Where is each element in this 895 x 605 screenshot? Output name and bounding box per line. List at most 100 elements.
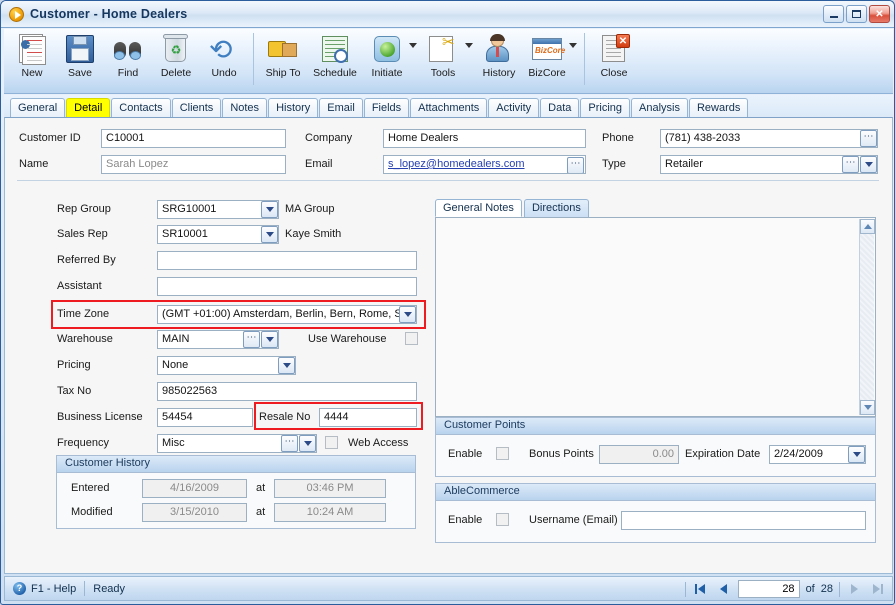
warehouse-dropdown-button[interactable] (261, 331, 278, 348)
close-document-icon: ✕ (597, 33, 631, 65)
modified-date-input[interactable]: 3/15/2010 (142, 503, 247, 522)
customer-id-input[interactable]: C10001 (101, 129, 286, 148)
warehouse-label: Warehouse (57, 333, 113, 345)
ablecommerce-username-input[interactable] (621, 511, 866, 530)
customer-points-enable-checkbox[interactable] (496, 447, 509, 460)
tab-email[interactable]: Email (319, 98, 363, 117)
toolbar-label-undo: Undo (211, 67, 237, 79)
toolbar-label-save: Save (68, 67, 92, 79)
notes-tab-general-notes[interactable]: General Notes (435, 199, 522, 217)
modified-time-input[interactable]: 10:24 AM (274, 503, 386, 522)
tab-pricing[interactable]: Pricing (580, 98, 631, 117)
type-dropdown-button[interactable] (860, 156, 877, 173)
company-input[interactable]: Home Dealers (383, 129, 586, 148)
email-link[interactable]: s_lopez@homedealers.com (388, 158, 525, 170)
business-license-input[interactable]: 54454 (157, 408, 253, 427)
toolbar-button-tools[interactable]: ✂ Tools (419, 29, 467, 79)
name-input[interactable]: Sarah Lopez (101, 155, 286, 174)
resale-no-input[interactable]: 4444 (319, 408, 417, 427)
email-ellipsis-button[interactable]: ⋯ (567, 157, 584, 173)
detail-tab-panel: Customer ID C10001 Name Sarah Lopez Comp… (4, 117, 893, 574)
ablecommerce-enable-checkbox[interactable] (496, 513, 509, 526)
toolbar-button-find[interactable]: Find (104, 29, 152, 79)
toolbar-button-save[interactable]: Save (56, 29, 104, 79)
pricing-dropdown-button[interactable] (278, 357, 295, 374)
tab-data[interactable]: Data (540, 98, 580, 117)
tab-clients[interactable]: Clients (171, 98, 222, 117)
time-zone-input[interactable]: (GMT +01:00) Amsterdam, Berlin, Bern, Ro… (157, 305, 417, 324)
email-input[interactable]: s_lopez@homedealers.com ⋯ (383, 155, 586, 174)
scroll-down-button[interactable] (860, 400, 875, 415)
toolbar-button-history[interactable]: History (475, 29, 523, 79)
close-button[interactable]: ✕ (869, 5, 890, 23)
next-record-button[interactable] (846, 581, 863, 598)
web-access-checkbox[interactable] (325, 436, 338, 449)
triangle-up-icon (863, 224, 872, 229)
toolbar-button-undo[interactable]: ⟲ Undo (200, 29, 248, 80)
toolbar-button-close[interactable]: ✕ Close (590, 29, 638, 79)
time-zone-dropdown-button[interactable] (399, 306, 416, 323)
scroll-up-button[interactable] (860, 219, 875, 234)
entered-time-input[interactable]: 03:46 PM (274, 479, 386, 498)
use-warehouse-checkbox[interactable] (405, 332, 418, 345)
frequency-ellipsis-button[interactable]: ⋯ (281, 435, 298, 452)
toolbar-button-new[interactable]: New (8, 29, 56, 79)
email-label: Email (305, 158, 333, 170)
help-cell[interactable]: ? F1 - Help (5, 579, 84, 598)
chevron-down-icon (303, 441, 312, 446)
bonus-points-input[interactable]: 0.00 (599, 445, 679, 464)
general-notes-textarea[interactable] (435, 217, 876, 417)
toolbar-button-ship-to[interactable]: Ship To (259, 29, 307, 79)
warehouse-ellipsis-button[interactable]: ⋯ (243, 331, 260, 348)
minimize-button[interactable] (823, 5, 844, 23)
referred-by-input[interactable] (157, 251, 417, 270)
record-number-input[interactable]: 28 (737, 580, 800, 598)
tab-analysis[interactable]: Analysis (631, 98, 688, 117)
tab-history[interactable]: History (268, 98, 319, 117)
customer-id-label: Customer ID (19, 132, 81, 144)
toolbar-label-history: History (482, 67, 516, 79)
frequency-dropdown-button[interactable] (299, 435, 316, 452)
tab-general[interactable]: General (10, 98, 66, 117)
toolbar-group-close: ✕ Close (590, 29, 638, 79)
tax-no-input[interactable]: 985022563 (157, 382, 417, 401)
tab-detail[interactable]: Detail (66, 98, 111, 117)
type-ellipsis-button[interactable]: ⋯ (842, 156, 859, 173)
maximize-button[interactable] (846, 5, 867, 23)
sales-rep-dropdown-button[interactable] (261, 226, 278, 243)
bizcore-dropdown-caret-icon[interactable] (569, 43, 577, 48)
last-record-button[interactable] (869, 581, 886, 598)
notes-tab-directions[interactable]: Directions (523, 199, 589, 217)
tab-contacts[interactable]: Contacts (111, 98, 171, 117)
rep-group-dropdown-button[interactable] (261, 201, 278, 218)
notes-vertical-scrollbar[interactable] (859, 219, 875, 415)
pricing-input[interactable]: None (157, 356, 296, 375)
phone-input[interactable]: (781) 438-2033 (660, 129, 878, 148)
resale-no-label: Resale No (259, 411, 311, 423)
binoculars-icon (111, 33, 145, 65)
tab-notes[interactable]: Notes (222, 98, 268, 117)
toolbar-button-delete[interactable]: ♻ Delete (152, 29, 200, 79)
minimize-icon (829, 16, 838, 18)
toolbar-button-schedule[interactable]: Schedule (307, 29, 363, 79)
type-label: Type (602, 158, 626, 170)
first-record-bar-icon (695, 584, 698, 594)
tools-dropdown-caret-icon[interactable] (465, 43, 473, 48)
toolbar-button-initiate[interactable]: Initiate (363, 29, 411, 79)
expiration-date-dropdown-button[interactable] (848, 446, 865, 463)
tab-activity[interactable]: Activity (488, 98, 540, 117)
assistant-input[interactable] (157, 277, 417, 296)
first-record-button[interactable] (692, 581, 709, 598)
toolbar-button-bizcore[interactable]: BizCore BizCore (523, 29, 571, 79)
previous-record-button[interactable] (715, 581, 732, 598)
tab-attachments[interactable]: Attachments (410, 98, 488, 117)
maximize-icon (852, 10, 861, 18)
phone-ellipsis-button[interactable]: ⋯ (860, 130, 877, 147)
tab-fields[interactable]: Fields (363, 98, 410, 117)
name-label: Name (19, 158, 49, 170)
tab-rewards[interactable]: Rewards (688, 98, 749, 117)
entered-label: Entered (71, 482, 110, 494)
initiate-dropdown-caret-icon[interactable] (409, 43, 417, 48)
toolbar-label-new: New (21, 67, 43, 79)
entered-date-input[interactable]: 4/16/2009 (142, 479, 247, 498)
